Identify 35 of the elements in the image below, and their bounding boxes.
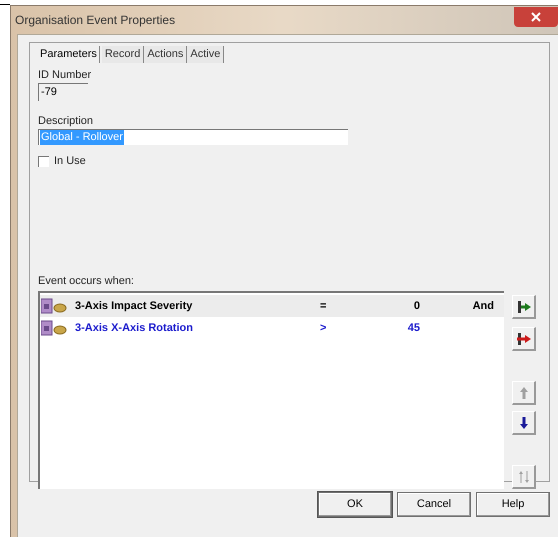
condition-value: 45 (406, 320, 420, 336)
condition-operator: = (320, 298, 328, 314)
condition-icon (41, 298, 67, 314)
list-action-button[interactable] (512, 295, 536, 319)
dialog-button[interactable]: OK (318, 492, 392, 517)
condition-field: 3-Axis X-Axis Rotation (75, 320, 275, 336)
tab[interactable]: Active (187, 46, 224, 62)
condition-operator: > (320, 320, 328, 336)
list-action-button[interactable] (512, 327, 536, 351)
checkbox[interactable] (38, 156, 49, 167)
id-number-field[interactable]: -79 (38, 83, 88, 100)
dialog-button[interactable]: Cancel (397, 492, 471, 517)
condition-value: 0 (412, 298, 420, 314)
selected-text: Global - Rollover (40, 130, 124, 145)
tab[interactable]: Record (102, 46, 144, 62)
tab[interactable]: Parameters (38, 46, 100, 62)
close-icon (531, 12, 541, 22)
remove-arrow-icon (516, 332, 532, 346)
window-title: Organisation Event Properties (15, 12, 176, 29)
insert-arrow-icon (516, 300, 532, 314)
condition-field: 3-Axis Impact Severity (75, 298, 275, 314)
dialog-button[interactable]: Help (476, 492, 550, 517)
close-button[interactable] (514, 7, 558, 27)
condition-join: And (472, 298, 494, 314)
tab[interactable]: Actions (144, 46, 188, 62)
down-arrow-icon (518, 416, 528, 430)
condition-row[interactable]: 3-Axis Impact Severity = 0 And (40, 295, 504, 317)
list-action-button[interactable] (512, 411, 536, 435)
up-arrow-icon (518, 386, 528, 400)
field-label: Description (38, 114, 94, 128)
field-label: ID Number (38, 68, 92, 82)
checkbox-label: In Use (54, 154, 86, 169)
condition-icon (41, 320, 67, 336)
swap-arrows-icon (518, 470, 530, 484)
list-label: Event occurs when: (38, 274, 135, 288)
